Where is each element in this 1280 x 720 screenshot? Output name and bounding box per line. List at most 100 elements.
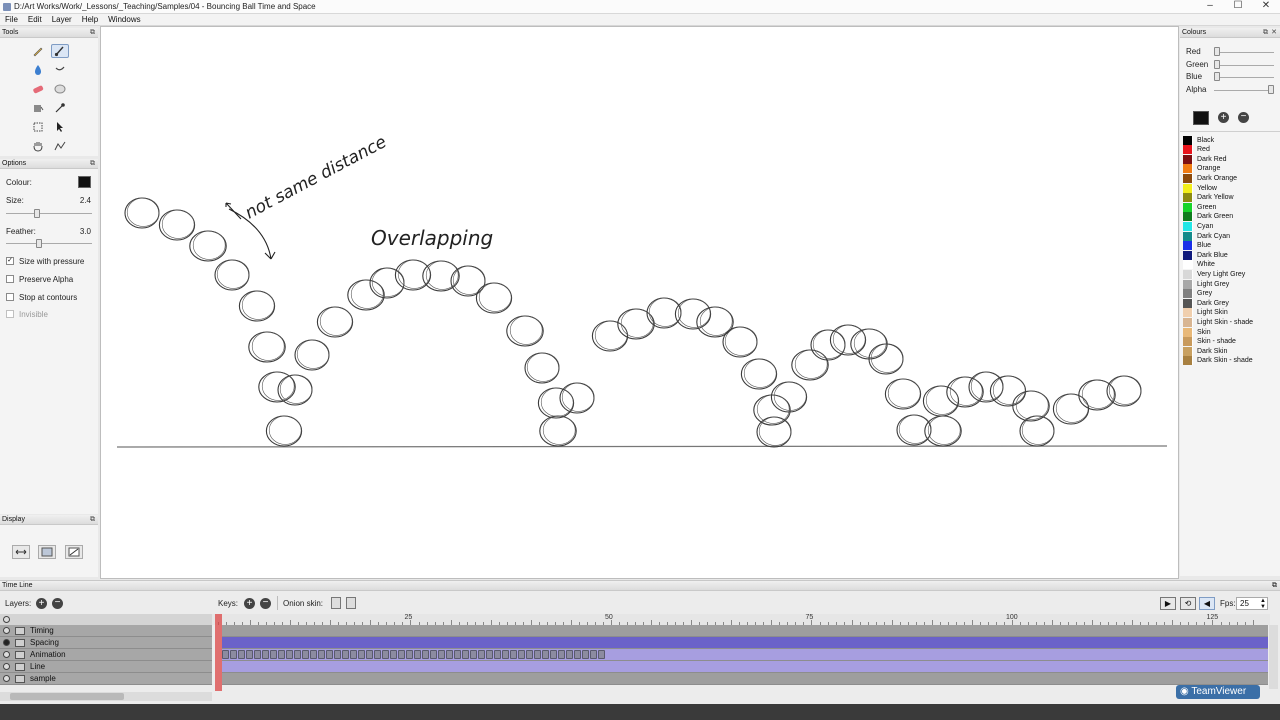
layer-row-sample[interactable]: sample <box>0 673 212 685</box>
sound-icon[interactable]: ◀ <box>1199 597 1215 610</box>
keyframe[interactable] <box>318 650 325 659</box>
keyframe[interactable] <box>414 650 421 659</box>
palette-item[interactable]: Black <box>1183 135 1278 146</box>
keyframe[interactable] <box>310 650 317 659</box>
brush-tool-icon[interactable] <box>51 44 69 58</box>
keyframe[interactable] <box>430 650 437 659</box>
palette-item[interactable]: Grey <box>1183 289 1278 299</box>
blue-slider-track[interactable] <box>1214 77 1274 78</box>
frame-ruler[interactable]: 25 50 75 100 125 <box>212 614 1270 625</box>
eye-all-icon[interactable] <box>3 616 10 623</box>
palette-item[interactable]: Dark Yellow <box>1183 193 1278 203</box>
keyframe[interactable] <box>326 650 333 659</box>
bucket-tool-icon[interactable] <box>29 101 47 115</box>
layer-row-line[interactable]: Line <box>0 661 212 673</box>
palette-item[interactable]: Light Grey <box>1183 279 1278 290</box>
eye-icon[interactable] <box>3 651 10 658</box>
menu-file[interactable]: File <box>0 14 23 24</box>
keyframe[interactable] <box>518 650 525 659</box>
green-slider-handle[interactable] <box>1214 60 1220 69</box>
preserve-alpha-checkbox[interactable] <box>6 275 14 283</box>
eye-icon[interactable] <box>3 627 10 634</box>
pencil-tool-icon[interactable] <box>29 44 47 58</box>
layer-track[interactable] <box>222 637 1268 649</box>
palette-item[interactable]: Cyan <box>1183 221 1278 232</box>
keyframe[interactable] <box>358 650 365 659</box>
hand-tool-icon[interactable] <box>29 139 47 153</box>
layer-scrollbar-thumb[interactable] <box>10 693 124 700</box>
keyframe[interactable] <box>270 650 277 659</box>
keyframe[interactable] <box>374 650 381 659</box>
keyframe[interactable] <box>574 650 581 659</box>
eyedropper-tool-icon[interactable] <box>51 101 69 115</box>
layer-track[interactable] <box>222 649 1268 661</box>
menu-edit[interactable]: Edit <box>23 14 47 24</box>
select-tool-icon[interactable] <box>29 120 47 134</box>
palette-item[interactable]: Dark Skin <box>1183 346 1278 357</box>
remove-colour-icon[interactable]: − <box>1238 112 1249 123</box>
menu-help[interactable]: Help <box>77 14 103 24</box>
close-button[interactable]: ✕ <box>1252 0 1280 12</box>
keyframe[interactable] <box>598 650 605 659</box>
size-slider-track[interactable] <box>6 213 92 214</box>
layer-scrollbar[interactable] <box>0 692 212 701</box>
keyframe[interactable] <box>294 650 301 659</box>
layer-row-animation[interactable]: Animation <box>0 649 212 661</box>
keyframe[interactable] <box>222 650 229 659</box>
remove-key-icon[interactable]: − <box>260 598 271 609</box>
add-layer-icon[interactable]: + <box>36 598 47 609</box>
palette-item[interactable]: Dark Grey <box>1183 298 1278 309</box>
layer-row-timing[interactable]: Timing <box>0 625 212 637</box>
drawing-canvas[interactable]: not same distance Overlapping <box>100 26 1179 579</box>
keyframe[interactable] <box>302 650 309 659</box>
palette-item[interactable]: Dark Green <box>1183 212 1278 222</box>
palette-item[interactable]: White <box>1183 260 1278 270</box>
palette-item[interactable]: Red <box>1183 145 1278 155</box>
keyframe[interactable] <box>406 650 413 659</box>
keyframe[interactable] <box>422 650 429 659</box>
layer-track[interactable] <box>222 661 1268 673</box>
maximize-button[interactable]: ☐ <box>1224 0 1252 12</box>
alpha-slider-track[interactable] <box>1214 90 1274 91</box>
palette-item[interactable]: Dark Red <box>1183 154 1278 165</box>
undock-icon[interactable]: ⧉ <box>90 515 95 525</box>
palette-item[interactable]: Skin <box>1183 327 1278 338</box>
keyframe[interactable] <box>366 650 373 659</box>
palette-item[interactable]: Blue <box>1183 241 1278 251</box>
keyframe[interactable] <box>454 650 461 659</box>
alpha-slider-handle[interactable] <box>1268 85 1274 94</box>
blue-slider-handle[interactable] <box>1214 72 1220 81</box>
green-slider-track[interactable] <box>1214 65 1274 66</box>
undock-icon[interactable]: ⧉ <box>1263 28 1268 38</box>
add-colour-icon[interactable]: + <box>1218 112 1229 123</box>
keyframe[interactable] <box>478 650 485 659</box>
stop-at-contours-checkbox[interactable] <box>6 293 14 301</box>
keyframe[interactable] <box>526 650 533 659</box>
keyframe[interactable] <box>286 650 293 659</box>
keyframe[interactable] <box>382 650 389 659</box>
minimize-button[interactable]: – <box>1196 0 1224 12</box>
flip-vertical-icon[interactable] <box>38 545 56 559</box>
keyframe[interactable] <box>230 650 237 659</box>
keyframe[interactable] <box>438 650 445 659</box>
red-slider-track[interactable] <box>1214 52 1274 53</box>
keyframe[interactable] <box>390 650 397 659</box>
invisible-checkbox[interactable] <box>6 310 14 318</box>
keyframe[interactable] <box>278 650 285 659</box>
fps-spinbox[interactable]: 25 ▲ ▼ <box>1236 597 1268 610</box>
size-with-pressure-checkbox[interactable]: ✓ <box>6 257 14 265</box>
red-slider-handle[interactable] <box>1214 47 1220 56</box>
loop-icon[interactable]: ⟲ <box>1180 597 1196 610</box>
timeline-vertical-scrollbar[interactable] <box>1269 625 1278 689</box>
menu-windows[interactable]: Windows <box>103 14 145 24</box>
outlines-icon[interactable] <box>65 545 83 559</box>
eye-icon[interactable] <box>3 675 10 682</box>
palette-item[interactable]: Dark Blue <box>1183 250 1278 261</box>
play-button[interactable]: ▶ <box>1160 597 1176 610</box>
keyframe[interactable] <box>486 650 493 659</box>
flip-horizontal-icon[interactable] <box>12 545 30 559</box>
palette-item[interactable]: Light Skin <box>1183 308 1278 318</box>
layer-row-spacing[interactable]: Spacing <box>0 637 212 649</box>
palette-item[interactable]: Orange <box>1183 164 1278 174</box>
palette-item[interactable]: Green <box>1183 202 1278 213</box>
